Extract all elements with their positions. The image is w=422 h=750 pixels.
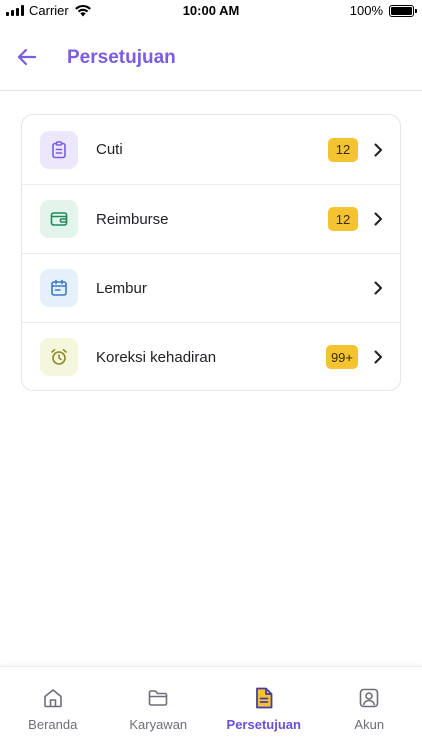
- approval-label: Lembur: [96, 279, 147, 297]
- approval-item-reimburse[interactable]: Reimburse 12: [22, 184, 400, 253]
- arrow-left-icon: [17, 48, 37, 66]
- nav-item-karyawan[interactable]: Karyawan: [106, 667, 212, 750]
- approval-item-lembur[interactable]: Lembur: [22, 253, 400, 322]
- home-icon: [40, 685, 66, 711]
- approval-item-cuti[interactable]: Cuti 12: [22, 115, 400, 184]
- count-badge: 99+: [325, 345, 358, 369]
- bottom-nav: Beranda Karyawan Persetujuan Akun: [0, 666, 422, 750]
- document-icon: [251, 685, 277, 711]
- approval-label: Cuti: [96, 141, 123, 158]
- battery-icon: [389, 4, 417, 17]
- approval-label: Koreksi kehadiran: [96, 348, 217, 366]
- folder-icon: [145, 685, 171, 711]
- page-title: Persetujuan: [67, 47, 176, 68]
- battery-percent: 100%: [349, 3, 383, 18]
- chevron-right-icon: [370, 142, 386, 158]
- count-badge: 12: [328, 137, 358, 162]
- status-bar: Carrier 10:00 AM 100%: [0, 0, 422, 22]
- nav-item-akun[interactable]: Akun: [317, 667, 422, 750]
- status-right: 100%: [349, 3, 417, 18]
- nav-item-persetujuan[interactable]: Persetujuan: [211, 667, 317, 750]
- alarm-clock-icon: [40, 338, 78, 376]
- clipboard-icon: [40, 130, 78, 169]
- wallet-icon: [40, 200, 78, 238]
- count-badge: 12: [328, 207, 358, 231]
- chevron-right-icon: [370, 349, 386, 365]
- chevron-right-icon: [370, 211, 386, 227]
- calendar-icon: [40, 269, 78, 307]
- nav-item-beranda[interactable]: Beranda: [0, 667, 106, 750]
- approval-list: Cuti 12 Reimburse 12 Lembur Koreksi keha…: [21, 114, 401, 391]
- nav-label: Beranda: [28, 717, 78, 732]
- approval-label: Reimburse: [96, 210, 169, 228]
- back-button[interactable]: [14, 44, 40, 70]
- nav-label: Persetujuan: [226, 717, 301, 732]
- nav-label: Karyawan: [129, 717, 188, 732]
- chevron-right-icon: [370, 280, 386, 296]
- approval-item-koreksi-kehadiran[interactable]: Koreksi kehadiran 99+: [22, 322, 400, 390]
- header-divider: [0, 90, 422, 91]
- user-icon: [356, 685, 382, 711]
- header: Persetujuan: [0, 36, 422, 80]
- nav-label: Akun: [354, 717, 385, 732]
